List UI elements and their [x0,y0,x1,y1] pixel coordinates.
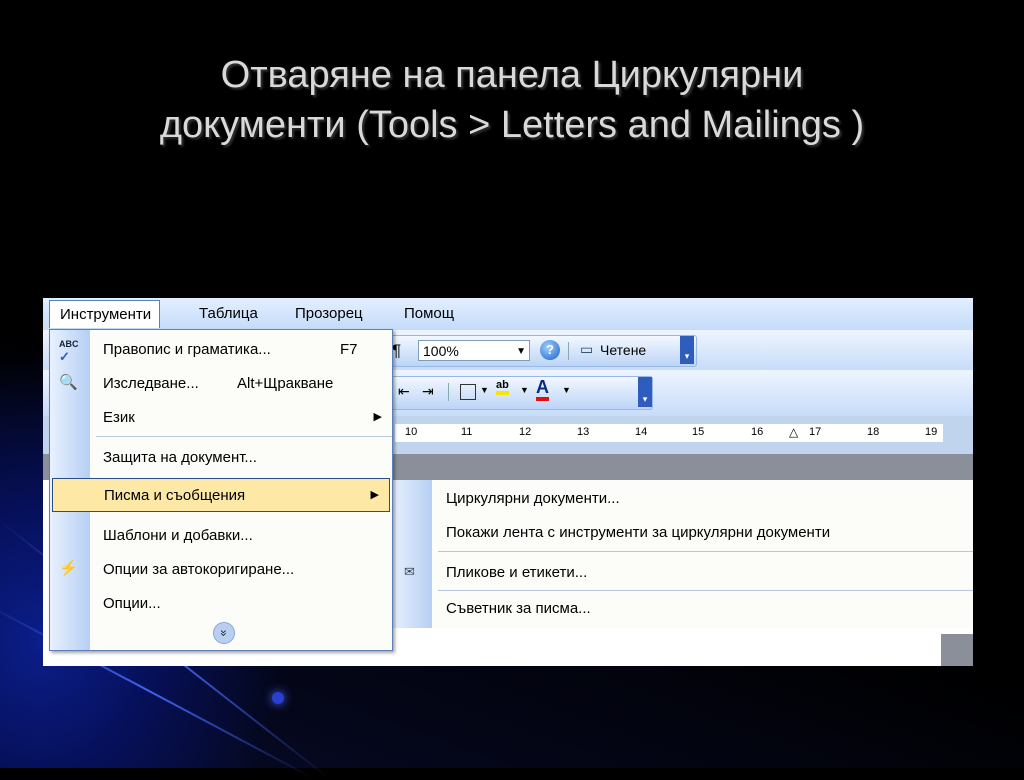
submenu-arrow-icon: ▶ [373,411,382,423]
menu-table[interactable]: Таблица [199,305,258,322]
right-indent-marker-icon[interactable]: △ [789,425,798,439]
submenu-envelopes-labels[interactable]: Пликове и етикети... [446,564,587,581]
menu-tools[interactable]: Инструменти [49,300,161,328]
pilcrow-icon[interactable]: ¶ [392,341,401,361]
ruler-number: 12 [519,426,532,438]
autocorrect-icon: ⚡ [59,560,78,577]
ruler-number: 10 [405,426,418,438]
menu-item-autocorrect-options[interactable]: ⚡ Опции за автокоригиране... [50,552,392,586]
spelling-check-icon: ABC ✓ [59,339,79,364]
submenu-arrow-icon: ▶ [370,489,379,501]
menu-item-research[interactable]: 🔍 Изследване... Alt+Щракване [50,366,392,400]
zoom-combobox[interactable]: 100% ▼ [418,340,530,361]
chevron-down-icon[interactable]: ▼ [562,385,571,395]
menu-item-letters-mailings[interactable]: Писма и съобщения ▶ [52,478,390,512]
scrollbar-area [941,634,973,666]
decrease-indent-icon[interactable]: ⇤ [398,383,410,400]
menu-help[interactable]: Помощ [404,305,454,322]
submenu-gutter [392,480,432,628]
ruler-scale: 10 11 12 13 14 15 16 △ 17 18 19 [395,424,943,442]
menu-separator [438,590,973,591]
menu-item-protect-document[interactable]: Защита на документ... [50,440,392,474]
menu-window[interactable]: Прозорец [295,305,363,322]
read-button[interactable]: Четене [600,342,646,358]
submenu-mail-merge[interactable]: Циркулярни документи... [446,490,620,507]
toolbar-separator [448,383,449,401]
word-screenshot: Инструменти Таблица Прозорец Помощ ¶ 100… [43,298,973,666]
toolbar-separator [568,342,569,360]
ruler-number: 19 [925,426,938,438]
ruler-number: 14 [635,426,648,438]
chevron-down-icon[interactable]: ▼ [516,341,526,362]
ruler-number: 16 [751,426,764,438]
letters-submenu: Циркулярни документи... Покажи лента с и… [391,480,973,628]
borders-icon[interactable] [460,384,476,400]
menu-item-language[interactable]: Език ▶ [50,400,392,434]
slide-title: Отваряне на панела Циркулярни документи … [0,50,1024,150]
help-icon[interactable]: ? [540,340,560,360]
ruler-number: 15 [692,426,705,438]
submenu-letter-wizard[interactable]: Съветник за писма... [446,600,591,617]
slide-title-line2: документи (Tools > Letters and Mailings … [159,104,865,146]
menu-separator [96,436,392,437]
toolbar-options-icon[interactable]: ▾ [638,377,652,407]
font-color-icon[interactable]: A [536,377,549,401]
toolbar-strip: ¶ 100% ▼ ? ▭ Четене ▾ [383,335,697,367]
chevron-double-down-icon[interactable]: » [213,622,235,644]
envelope-icon: ✉ [404,564,415,579]
ruler-number: 18 [867,426,880,438]
tools-menu: ABC ✓ Правопис и граматика... F7 🔍 Изслед… [49,329,393,651]
menu-bar: Инструменти Таблица Прозорец Помощ [43,298,973,330]
menu-separator [438,551,973,552]
menu-item-templates-addins[interactable]: Шаблони и добавки... [50,518,392,552]
book-icon: ▭ [580,341,594,357]
increase-indent-icon[interactable]: ⇥ [422,383,434,400]
ruler-number: 11 [461,426,473,438]
menu-item-spelling[interactable]: ABC ✓ Правопис и граматика... F7 [50,332,392,366]
ruler-number: 13 [577,426,590,438]
submenu-show-mail-merge-toolbar[interactable]: Покажи лента с инструменти за циркулярни… [446,524,830,541]
highlight-icon[interactable]: ab [496,379,509,395]
ruler-number: 17 [809,426,822,438]
research-icon: 🔍 [59,374,78,391]
slide-title-line1: Отваряне на панела Циркулярни [220,54,804,96]
decor-dot [272,692,284,704]
toolbar-options-icon[interactable]: ▾ [680,336,694,364]
chevron-down-icon[interactable]: ▼ [520,385,529,395]
chevron-down-icon[interactable]: ▼ [480,385,489,395]
toolbar-strip: ⇤ ⇥ ▼ ab ▼ A ▼ ▾ [383,376,653,410]
menu-item-options[interactable]: Опции... [50,586,392,620]
